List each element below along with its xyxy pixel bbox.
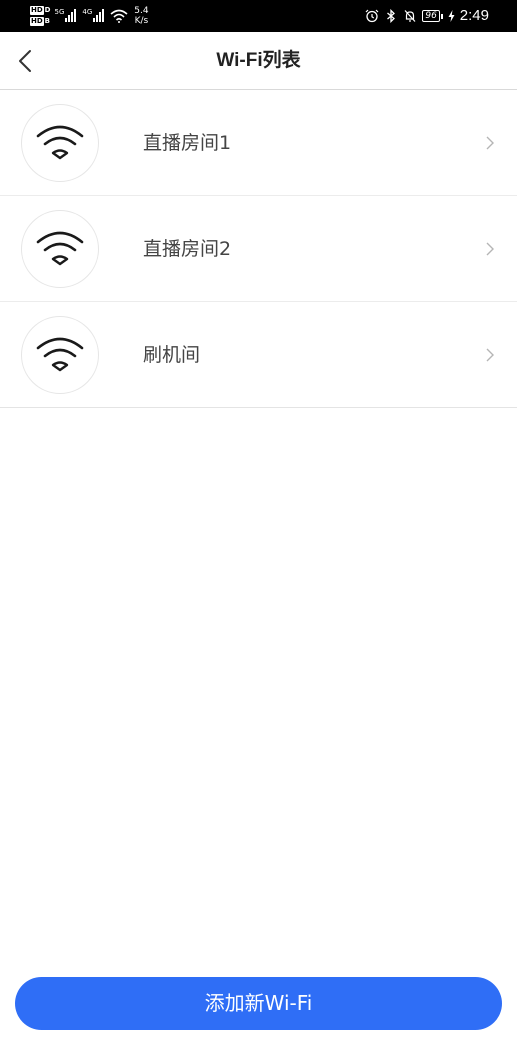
wifi-list-item[interactable]: 刷机间 [0,302,517,408]
page-title: Wi-Fi列表 [216,50,301,71]
add-wifi-button[interactable]: 添加新Wi-Fi [15,977,502,1030]
chevron-right-icon [486,242,494,256]
wifi-avatar [21,316,99,394]
network-speed-unit: K/s [134,16,149,26]
wifi-list-item[interactable]: 直播房间1 [0,90,517,196]
hd-indicator-sim2: HD B [30,17,50,26]
chevron-right-icon [486,136,494,150]
wifi-list: 直播房间1 直播房间2 刷机间 [0,90,517,408]
wifi-name: 刷机间 [143,344,201,366]
notifications-off-icon [404,10,416,22]
hd-label: HD [30,6,44,15]
network-speed: 5.4 K/s [134,6,148,26]
wifi-avatar [21,104,99,182]
top-navigation-bar: Wi-Fi列表 [0,32,517,90]
charging-icon [448,10,455,22]
alarm-icon [365,9,379,23]
wifi-icon [36,125,84,160]
signal-sim1: 5G [54,6,77,26]
wifi-name: 直播房间1 [143,132,232,154]
chevron-right-icon [486,348,494,362]
hd-indicator-sim1: HD D [30,6,50,15]
hd-suffix: D [44,6,51,14]
wifi-icon [36,231,84,266]
wifi-icon [36,337,84,372]
cellular-signal-icon [65,6,77,22]
status-bar-right: 96 2:49 [365,0,489,32]
hd-suffix: B [44,17,51,25]
network-generation-label: 5G [54,8,65,16]
hd-label: HD [30,17,44,26]
status-bar-left: HD D HD B 5G 4G 5.4 K/s [30,3,149,29]
network-generation-label: 4G [82,8,93,16]
battery-icon: 96 [422,10,443,22]
hd-indicators: HD D HD B [30,6,50,26]
wifi-name: 直播房间2 [143,238,232,260]
wifi-avatar [21,210,99,288]
wifi-list-item[interactable]: 直播房间2 [0,196,517,302]
bluetooth-icon [387,9,396,23]
app-screen: HD D HD B 5G 4G 5.4 K/s 96 2:49 Wi-Fi列表 … [0,0,517,1056]
network-speed-value: 5.4 [134,6,149,16]
wifi-status-icon [110,9,128,23]
battery-level: 96 [422,10,440,22]
status-bar: HD D HD B 5G 4G 5.4 K/s 96 2:49 [0,0,517,32]
signal-sim2: 4G [82,6,105,26]
status-time: 2:49 [459,7,489,24]
cellular-signal-icon [93,6,105,22]
